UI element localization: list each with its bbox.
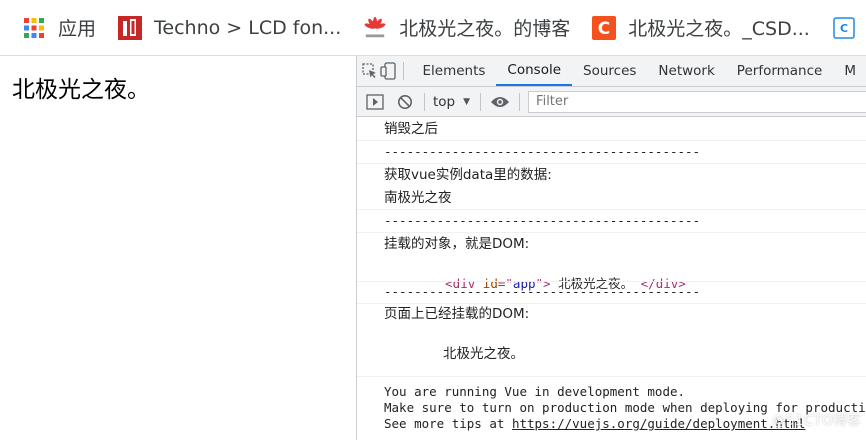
tab-sources[interactable]: Sources [572,56,647,86]
dropdown-caret-icon: ▼ [463,96,471,107]
tab-performance[interactable]: Performance [726,56,834,86]
row-divider [357,232,866,233]
toolbar-separator [480,92,482,111]
row-divider [357,209,866,210]
devtools-panel: Elements Console Sources Network Perform… [356,56,866,440]
console-message: 销毁之后 [384,121,438,137]
devtools-tab-bar: Elements Console Sources Network Perform… [357,56,866,87]
tab-memory[interactable]: M [833,56,866,86]
bookmark-csdn[interactable]: C 北极光之夜。_CSD... [592,0,810,55]
sidebar-toggle-icon[interactable] [360,88,390,116]
tab-elements[interactable]: Elements [411,56,496,86]
svg-text:C: C [598,19,610,39]
page-heading: 北极光之夜。 [12,77,150,103]
tab-console[interactable]: Console [496,56,573,86]
row-divider [357,376,866,377]
filter-input[interactable] [528,90,866,113]
toolbar-separator [424,92,425,111]
watermark-text: @51CTO博客 [771,413,861,429]
live-expression-eye-icon[interactable] [485,88,515,116]
row-divider [357,163,866,164]
console-message: See more tips at https://vuejs.org/guide… [384,416,805,432]
context-label: top [433,93,456,110]
mounted-dom-text: 北极光之夜。 [443,346,524,362]
huawei-logo-icon [363,16,387,40]
toolbar-separator [519,92,521,111]
tab-separator [402,62,404,80]
bookmark-label: Techno > LCD fon... [154,16,342,39]
tab-network[interactable]: Network [647,56,725,86]
tips-prefix: See more tips at [384,416,512,431]
apps-grid-icon [22,16,46,40]
csdn-logo-icon: C [592,15,617,40]
inspect-element-icon[interactable] [361,56,379,86]
bookmark-cloud[interactable]: C 中国 [832,0,866,55]
console-message: ----------------------------------------… [384,284,701,299]
clear-console-icon[interactable] [390,88,420,116]
bookmark-blog[interactable]: 北极光之夜。的博客 [363,0,571,55]
bookmark-label: 北极光之夜。_CSD... [628,18,810,40]
techno-bookmark-icon [118,15,143,40]
row-divider [357,140,866,141]
console-toolbar: top ▼ [357,87,866,117]
bookmark-label: 应用 [58,18,97,40]
console-message: ----------------------------------------… [384,144,701,159]
bookmark-label: 北极光之夜。的博客 [399,18,571,40]
context-selector[interactable]: top ▼ [429,88,476,116]
console-output: 销毁之后 -----------------------------------… [357,118,866,440]
console-message: 页面上已经挂载的DOM: [384,306,530,322]
vue-deployment-link[interactable]: https://vuejs.org/guide/deployment.html [512,416,806,431]
cloud-site-icon: C [832,16,856,40]
row-divider [357,303,866,304]
console-message: ----------------------------------------… [384,213,701,228]
console-message: You are running Vue in development mode. [384,384,686,399]
svg-text:C: C [840,22,848,35]
bookmarks-bar: 应用 Techno > LCD fon... 北极光之夜。的博客 C 北极光之夜… [0,0,866,56]
bookmark-apps[interactable]: 应用 [22,0,97,55]
console-message: 南极光之夜 [384,190,452,206]
console-message: 获取vue实例data里的数据: [384,167,552,183]
bookmark-techno[interactable]: Techno > LCD fon... [118,0,342,55]
console-message: 挂载的对象，就是DOM: [384,236,530,252]
device-toolbar-icon[interactable] [379,56,397,86]
row-divider [357,281,866,282]
